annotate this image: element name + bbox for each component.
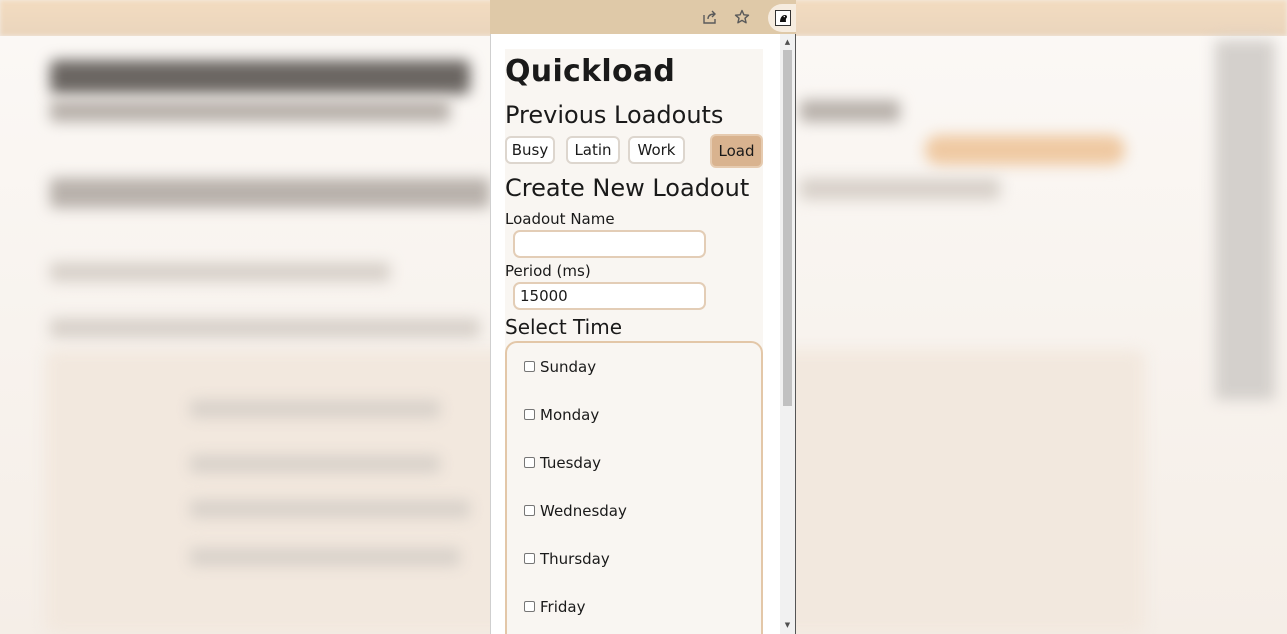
extension-popup: Quickload Previous Loadouts Busy Latin W…	[490, 34, 796, 634]
tuesday-checkbox[interactable]	[524, 456, 535, 468]
day-label: Thursday	[540, 550, 610, 568]
background-scrollbar	[1215, 40, 1275, 400]
background-text	[800, 178, 1000, 200]
day-label: Tuesday	[540, 454, 602, 472]
day-option-thursday[interactable]: Thursday	[524, 550, 610, 568]
loadout-button-busy[interactable]: Busy	[505, 136, 555, 164]
background-row	[190, 548, 460, 566]
load-button[interactable]: Load	[710, 134, 763, 168]
background-heading	[50, 178, 490, 208]
popup-scrollbar[interactable]: ▲ ▼	[780, 34, 795, 634]
day-label: Sunday	[540, 358, 597, 376]
friday-checkbox[interactable]	[524, 600, 535, 612]
background-row	[190, 400, 440, 418]
period-label: Period (ms)	[505, 262, 591, 280]
background-row	[190, 500, 470, 518]
loadout-name-input[interactable]	[513, 230, 706, 258]
monday-checkbox[interactable]	[524, 408, 535, 420]
wednesday-checkbox[interactable]	[524, 504, 535, 516]
share-icon[interactable]	[701, 8, 719, 26]
select-time-panel: Sunday Monday Tuesday Wednesday Thursday…	[505, 341, 763, 634]
background-text	[50, 100, 450, 122]
loadout-name-label: Loadout Name	[505, 210, 615, 228]
background-text	[800, 100, 900, 122]
period-input[interactable]: 15000	[513, 282, 706, 310]
background-heading	[50, 60, 470, 94]
loadout-button-work[interactable]: Work	[628, 136, 685, 164]
create-loadout-heading: Create New Loadout	[505, 174, 750, 202]
loadout-button-latin[interactable]: Latin	[566, 136, 620, 164]
background-text	[50, 318, 480, 338]
thursday-checkbox[interactable]	[524, 552, 535, 564]
day-option-sunday[interactable]: Sunday	[524, 358, 596, 376]
background-row	[190, 455, 440, 473]
day-label: Wednesday	[540, 502, 627, 520]
background-button	[925, 135, 1125, 165]
day-option-wednesday[interactable]: Wednesday	[524, 502, 627, 520]
select-time-heading: Select Time	[505, 315, 623, 339]
day-option-friday[interactable]: Friday	[524, 598, 585, 616]
scrollbar-thumb[interactable]	[783, 50, 792, 406]
day-label: Friday	[540, 598, 586, 616]
sunday-checkbox[interactable]	[524, 360, 535, 372]
day-label: Monday	[540, 406, 600, 424]
day-option-monday[interactable]: Monday	[524, 406, 599, 424]
page-title: Quickload	[505, 54, 676, 89]
extension-icon[interactable]	[775, 10, 791, 26]
background-text	[50, 262, 390, 282]
star-icon[interactable]	[733, 8, 751, 26]
scroll-up-arrow-icon[interactable]: ▲	[780, 35, 795, 49]
scroll-down-arrow-icon[interactable]: ▼	[780, 618, 795, 632]
previous-loadouts-heading: Previous Loadouts	[505, 101, 724, 129]
day-option-tuesday[interactable]: Tuesday	[524, 454, 601, 472]
